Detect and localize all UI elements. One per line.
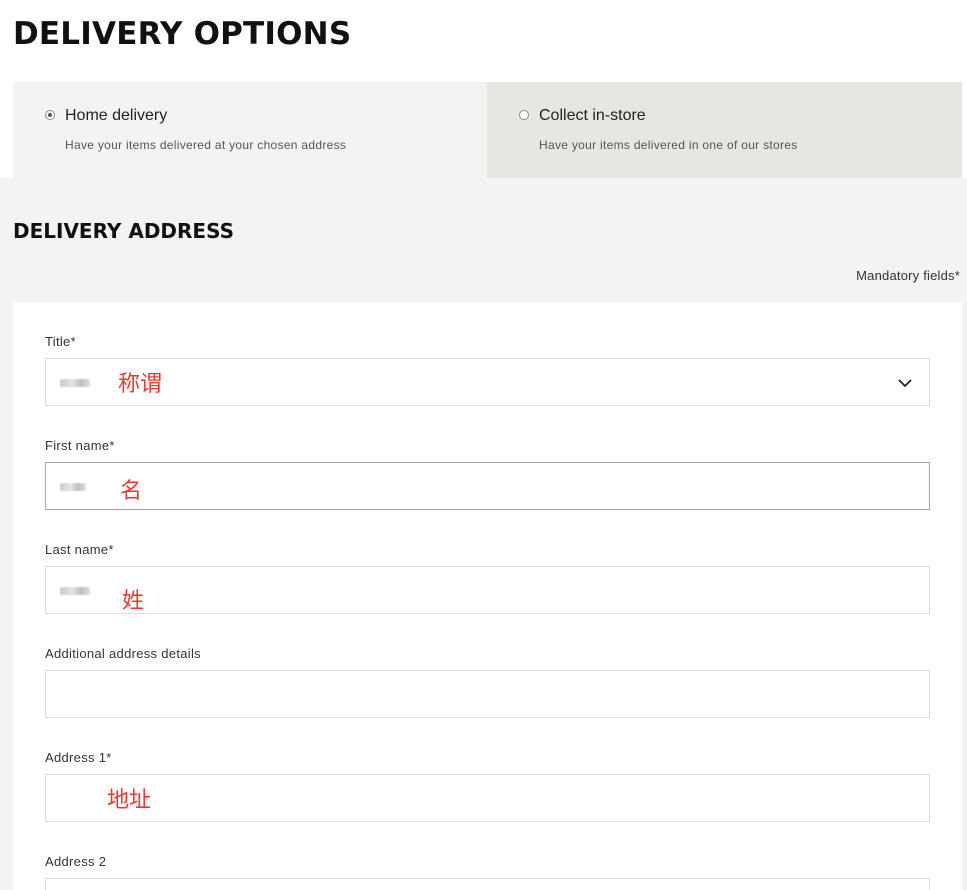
first-name-input[interactable]: 名 — [45, 462, 930, 510]
delivery-options: Home delivery Have your items delivered … — [13, 82, 962, 178]
last-name-label: Last name* — [45, 542, 114, 557]
address1-input[interactable]: 地址 — [45, 774, 930, 822]
annotation-title: 称谓 — [118, 372, 163, 397]
radio-dot — [48, 113, 52, 117]
option-label: Collect in-store — [539, 107, 646, 124]
address-form: Title* 称谓 First name* 名 Last name* 姓 Add… — [13, 302, 962, 890]
title-select[interactable]: 称谓 — [45, 358, 930, 406]
additional-address-label: Additional address details — [45, 646, 201, 661]
last-name-input[interactable]: 姓 — [45, 566, 930, 614]
radio-unselected-icon[interactable] — [519, 110, 529, 120]
page-title: DELIVERY OPTIONS — [13, 16, 352, 52]
redacted-value — [60, 587, 90, 595]
option-home-delivery[interactable]: Home delivery Have your items delivered … — [13, 82, 487, 178]
annotation-address: 地址 — [107, 788, 152, 813]
option-collect-in-store[interactable]: Collect in-store Have your items deliver… — [487, 82, 962, 178]
redacted-value — [60, 483, 86, 491]
title-label: Title* — [45, 334, 76, 349]
first-name-label: First name* — [45, 438, 115, 453]
radio-selected-icon[interactable] — [45, 110, 55, 120]
section-title: DELIVERY ADDRESS — [13, 219, 234, 243]
address2-label: Address 2 — [45, 854, 107, 869]
annotation-last-name: 姓 — [122, 589, 145, 614]
address2-input[interactable] — [45, 878, 930, 890]
option-description: Have your items delivered in one of our … — [539, 138, 798, 152]
checkout-page: DELIVERY OPTIONS Home delivery Have your… — [0, 0, 967, 890]
additional-address-input[interactable] — [45, 670, 930, 718]
option-label: Home delivery — [65, 107, 168, 124]
option-description: Have your items delivered at your chosen… — [65, 138, 347, 152]
redacted-value — [60, 379, 90, 387]
chevron-down-icon[interactable] — [897, 375, 913, 391]
annotation-first-name: 名 — [120, 479, 143, 504]
address1-label: Address 1* — [45, 750, 112, 765]
mandatory-note: Mandatory fields* — [856, 268, 960, 283]
